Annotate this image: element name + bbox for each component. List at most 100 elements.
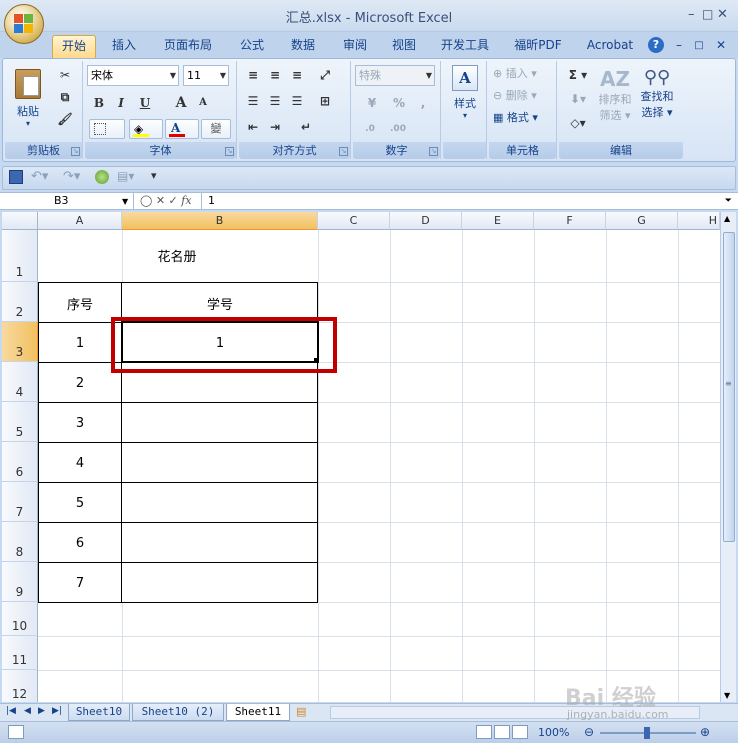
font-color-button[interactable]: A [165, 119, 199, 139]
zoom-slider[interactable] [600, 727, 696, 739]
borders-button[interactable] [89, 119, 125, 139]
orientation-icon[interactable]: ⤢ [315, 65, 335, 85]
row-header-8[interactable]: 8 [2, 522, 38, 562]
column-header-f[interactable]: F [534, 212, 606, 230]
cell-a6[interactable]: 4 [38, 456, 122, 471]
page-break-view-icon[interactable] [512, 725, 528, 739]
styles-button[interactable]: A 样式 ▾ [447, 65, 483, 135]
column-header-a[interactable]: A [38, 212, 122, 230]
save-icon[interactable] [9, 170, 23, 184]
align-right-icon[interactable]: ☰ [287, 91, 307, 111]
dialog-launcher-icon[interactable]: ↘ [71, 147, 80, 156]
cell-a2[interactable]: 序号 [38, 294, 122, 313]
macro-icon[interactable] [95, 170, 109, 184]
shrink-font-button[interactable]: A [193, 93, 213, 113]
column-header-c[interactable]: C [318, 212, 390, 230]
clear-icon[interactable]: ◇▾ [563, 113, 593, 133]
sheet-tab-sheet11[interactable]: Sheet11 [226, 704, 290, 721]
expand-formula-bar-icon[interactable]: ⏷ [725, 193, 732, 210]
restore-button[interactable]: □ [702, 7, 713, 21]
row-header-10[interactable]: 10 [2, 602, 38, 636]
tab-developer[interactable]: 开发工具 [436, 35, 494, 58]
undo-icon[interactable]: ↶▾ [31, 169, 48, 184]
column-header-h[interactable]: H [678, 212, 720, 230]
first-sheet-icon[interactable]: |◀ [6, 706, 16, 716]
font-size-combo[interactable]: 11 ▼ [183, 65, 229, 86]
scroll-up-icon[interactable]: ▲ [724, 214, 730, 223]
insert-sheet-icon[interactable]: ▤ [296, 705, 306, 718]
autosum-button[interactable]: Σ ▾ [563, 65, 593, 85]
decrease-decimal-icon[interactable]: .00 [385, 119, 411, 139]
customize-qat-icon[interactable]: ▾ [151, 169, 157, 182]
select-all-button[interactable] [2, 212, 38, 230]
dialog-launcher-icon[interactable]: ↘ [339, 147, 348, 156]
font-name-combo[interactable]: 宋体 ▼ [87, 65, 179, 86]
cell-a3[interactable]: 1 [38, 336, 122, 351]
prev-sheet-icon[interactable]: ◀ [24, 706, 31, 716]
worksheet-grid[interactable]: A B C D E F G H 1 2 3 4 5 6 7 8 9 10 11 … [2, 212, 720, 702]
column-header-d[interactable]: D [390, 212, 462, 230]
tab-data[interactable]: 数据 [283, 35, 323, 58]
macro-record-icon[interactable] [8, 725, 24, 739]
insert-function-icon[interactable]: fx [181, 194, 191, 207]
increase-indent-icon[interactable]: ⇥ [265, 117, 285, 137]
dialog-launcher-icon[interactable]: ↘ [429, 147, 438, 156]
scroll-down-icon[interactable]: ▼ [724, 691, 730, 700]
tab-page-layout[interactable]: 页面布局 [158, 35, 218, 58]
tab-review[interactable]: 审阅 [335, 35, 375, 58]
fill-color-button[interactable]: ◈ [129, 119, 163, 139]
percent-button[interactable]: % [389, 93, 409, 113]
underline-button[interactable]: U [135, 93, 155, 113]
fill-icon[interactable]: ⬇▾ [563, 89, 593, 109]
expand-icon[interactable]: ◯ [140, 194, 152, 207]
sheet-tab-sheet10-2[interactable]: Sheet10 (2) [132, 704, 224, 721]
chevron-down-icon[interactable]: ▼ [122, 193, 128, 210]
format-cells-button[interactable]: ▦ 格式 ▾ [493, 109, 551, 125]
ribbon-restore-button[interactable]: □ [692, 35, 706, 58]
vertical-scrollbar[interactable]: ▲ ≡ ▼ [720, 212, 736, 702]
increase-decimal-icon[interactable]: .0 [357, 119, 383, 139]
cell-title[interactable]: 花名册 [122, 246, 232, 265]
sort-filter-button[interactable]: AZ 排序和 筛选 ▾ [595, 67, 635, 137]
form-icon[interactable]: ▤▾ [117, 169, 134, 183]
merge-center-icon[interactable]: ⊞ [315, 91, 335, 111]
close-button[interactable]: ✕ [717, 7, 728, 22]
ribbon-close-button[interactable]: ✕ [714, 35, 728, 58]
row-header-12[interactable]: 12 [2, 670, 38, 702]
name-box[interactable]: B3 [4, 193, 134, 210]
tab-formulas[interactable]: 公式 [232, 35, 272, 58]
grow-font-button[interactable]: A [171, 93, 191, 113]
row-header-5[interactable]: 5 [2, 402, 38, 442]
row-header-4[interactable]: 4 [2, 362, 38, 402]
cut-icon[interactable]: ✂ [55, 65, 75, 85]
cell-a8[interactable]: 6 [38, 536, 122, 551]
copy-icon[interactable]: ⧉ [55, 87, 75, 107]
enter-icon[interactable]: ✓ [169, 194, 178, 207]
align-center-icon[interactable]: ☰ [265, 91, 285, 111]
row-header-1[interactable]: 1 [2, 230, 38, 282]
align-middle-icon[interactable]: ≡ [265, 65, 285, 85]
page-layout-view-icon[interactable] [494, 725, 510, 739]
currency-icon[interactable]: ¥ [357, 93, 387, 113]
decrease-indent-icon[interactable]: ⇤ [243, 117, 263, 137]
column-header-b[interactable]: B [122, 212, 318, 230]
column-header-g[interactable]: G [606, 212, 678, 230]
comma-button[interactable]: , [413, 93, 433, 113]
row-header-7[interactable]: 7 [2, 482, 38, 522]
tab-home[interactable]: 开始 [52, 35, 96, 58]
sheet-tab-sheet10[interactable]: Sheet10 [68, 704, 130, 721]
next-sheet-icon[interactable]: ▶ [38, 706, 45, 716]
vertical-scroll-thumb[interactable]: ≡ [723, 232, 735, 542]
column-header-e[interactable]: E [462, 212, 534, 230]
align-left-icon[interactable]: ☰ [243, 91, 263, 111]
office-button[interactable] [4, 4, 44, 44]
align-bottom-icon[interactable]: ≡ [287, 65, 307, 85]
row-header-6[interactable]: 6 [2, 442, 38, 482]
minimize-button[interactable]: – [688, 7, 695, 22]
italic-button[interactable]: I [111, 93, 131, 113]
bold-button[interactable]: B [89, 93, 109, 113]
normal-view-icon[interactable] [476, 725, 492, 739]
cell-a5[interactable]: 3 [38, 416, 122, 431]
wrap-text-icon[interactable]: ↵ [291, 117, 321, 137]
cell-a7[interactable]: 5 [38, 496, 122, 511]
